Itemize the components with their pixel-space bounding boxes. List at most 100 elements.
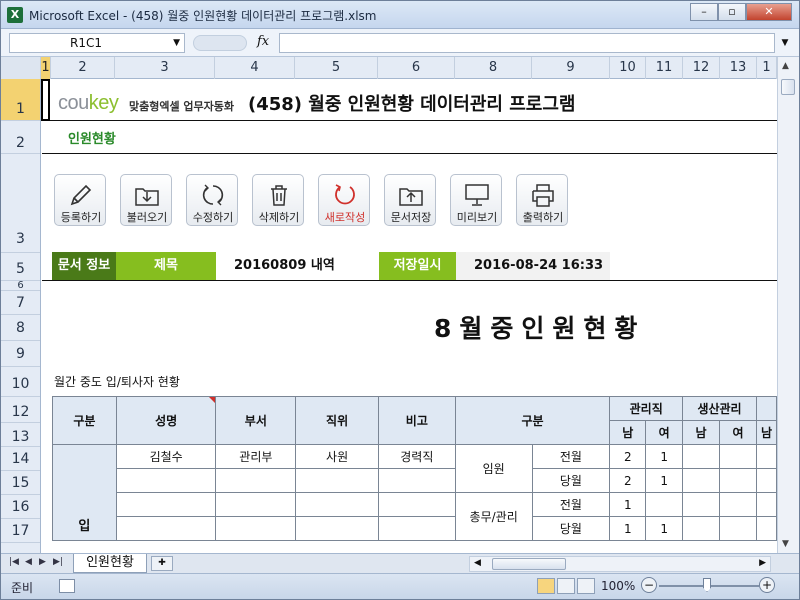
row-header[interactable]: 12 xyxy=(1,397,40,423)
row-header[interactable]: 13 xyxy=(1,423,40,447)
edit-button[interactable]: 수정하기 xyxy=(186,174,238,226)
row-header[interactable]: 1 xyxy=(1,79,40,121)
column-header[interactable]: 1 xyxy=(41,57,51,79)
column-header[interactable]: 11 xyxy=(646,57,683,79)
vertical-scrollbar[interactable]: ▲ ▼ xyxy=(777,57,799,553)
row-header[interactable]: 14 xyxy=(1,447,40,471)
column-header[interactable]: 10 xyxy=(610,57,646,79)
cell-note[interactable] xyxy=(377,492,456,517)
cell-note[interactable] xyxy=(377,516,456,541)
cell-note[interactable]: 경력직 xyxy=(377,444,456,469)
normal-view-button[interactable] xyxy=(537,578,555,594)
row-header[interactable]: 7 xyxy=(1,291,40,315)
print-button[interactable]: 출력하기 xyxy=(516,174,568,226)
column-header[interactable]: 12 xyxy=(683,57,720,79)
column-header[interactable]: 5 xyxy=(295,57,378,79)
cell-dept[interactable] xyxy=(215,492,297,517)
cell-position[interactable]: 사원 xyxy=(295,444,379,469)
chevron-down-icon[interactable]: ▼ xyxy=(173,34,180,52)
cell-next[interactable] xyxy=(755,516,777,541)
prev-sheet-icon[interactable]: ◀ xyxy=(25,557,32,567)
excel-app-icon[interactable]: X xyxy=(7,7,23,23)
page-break-view-button[interactable] xyxy=(577,578,595,594)
load-button[interactable]: 불러오기 xyxy=(120,174,172,226)
zoom-slider-thumb[interactable] xyxy=(703,578,711,592)
cell-admin-m[interactable]: 1 xyxy=(609,516,647,541)
cell-admin-f[interactable]: 1 xyxy=(645,444,684,469)
save-button[interactable]: 문서저장 xyxy=(384,174,436,226)
cell-prod-f[interactable] xyxy=(719,516,757,541)
cell-dept[interactable]: 관리부 xyxy=(215,444,297,469)
comment-indicator-icon[interactable] xyxy=(209,397,215,403)
cell-admin-f[interactable] xyxy=(645,492,684,517)
scroll-left-icon[interactable]: ◀ xyxy=(474,558,481,568)
cell-dept[interactable] xyxy=(215,516,297,541)
cell-admin-m[interactable]: 2 xyxy=(609,444,647,469)
formula-input[interactable] xyxy=(279,33,775,53)
function-icon[interactable]: fx xyxy=(257,34,269,49)
column-header[interactable]: 4 xyxy=(215,57,295,79)
select-all-button[interactable] xyxy=(1,57,41,79)
row-header[interactable]: 2 xyxy=(1,121,40,154)
cell-prod-m[interactable] xyxy=(682,516,721,541)
preview-button[interactable]: 미리보기 xyxy=(450,174,502,226)
cell-prod-f[interactable] xyxy=(719,444,757,469)
scroll-up-icon[interactable]: ▲ xyxy=(782,61,789,71)
name-box[interactable]: R1C1 ▼ xyxy=(9,33,185,53)
cell-name[interactable] xyxy=(115,516,217,541)
saved-value[interactable]: 2016-08-24 16:33 xyxy=(456,252,610,280)
cell-next[interactable] xyxy=(755,468,777,493)
cell-name[interactable] xyxy=(115,492,217,517)
sheet-tab-active[interactable]: 인원현황 xyxy=(73,554,147,573)
cell-note[interactable] xyxy=(377,468,456,493)
column-header[interactable]: 2 xyxy=(51,57,115,79)
row-header[interactable]: 15 xyxy=(1,471,40,495)
horizontal-scrollbar[interactable]: ◀ ▶ xyxy=(469,556,771,572)
column-header[interactable]: 3 xyxy=(115,57,215,79)
hscroll-thumb[interactable] xyxy=(492,558,566,570)
cell-position[interactable] xyxy=(295,492,379,517)
column-header[interactable]: 1 xyxy=(757,57,777,79)
cell-prod-f[interactable] xyxy=(719,492,757,517)
minimize-button[interactable]: – xyxy=(690,3,718,21)
row-header[interactable]: 3 xyxy=(1,154,40,253)
row-header[interactable]: 5 xyxy=(1,253,40,281)
cell-dept[interactable] xyxy=(215,468,297,493)
zoom-in-button[interactable]: + xyxy=(759,577,775,593)
cell-admin-f[interactable]: 1 xyxy=(645,516,684,541)
cell-prod-m[interactable] xyxy=(682,492,721,517)
row-header[interactable]: 10 xyxy=(1,367,40,397)
cell-position[interactable] xyxy=(295,468,379,493)
delete-button[interactable]: 삭제하기 xyxy=(252,174,304,226)
cell-prod-f[interactable] xyxy=(719,468,757,493)
cell-position[interactable] xyxy=(295,516,379,541)
zoom-out-button[interactable]: − xyxy=(641,577,657,593)
row-header[interactable]: 9 xyxy=(1,341,40,367)
column-header[interactable]: 6 xyxy=(378,57,455,79)
scroll-right-icon[interactable]: ▶ xyxy=(759,558,766,568)
new-button[interactable]: 새로작성 xyxy=(318,174,370,226)
cell-admin-m[interactable]: 1 xyxy=(609,492,647,517)
column-header[interactable]: 13 xyxy=(720,57,757,79)
scroll-thumb[interactable] xyxy=(781,79,795,95)
first-sheet-icon[interactable]: |◀ xyxy=(9,557,19,567)
cell-name[interactable]: 김철수 xyxy=(115,444,217,469)
cell-prod-m[interactable] xyxy=(682,444,721,469)
row-header[interactable]: 16 xyxy=(1,495,40,519)
scroll-down-icon[interactable]: ▼ xyxy=(782,539,789,549)
title-value[interactable]: 20160809 내역 xyxy=(216,252,379,280)
cell-next[interactable] xyxy=(755,492,777,517)
cell-admin-f[interactable]: 1 xyxy=(645,468,684,493)
row-header[interactable]: 8 xyxy=(1,315,40,341)
cell-admin-m[interactable]: 2 xyxy=(609,468,647,493)
cell-name[interactable] xyxy=(115,468,217,493)
column-header[interactable]: 9 xyxy=(532,57,610,79)
register-button[interactable]: 등록하기 xyxy=(54,174,106,226)
page-layout-view-button[interactable] xyxy=(557,578,575,594)
cell-prod-m[interactable] xyxy=(682,468,721,493)
column-header[interactable]: 8 xyxy=(455,57,532,79)
row-header[interactable]: 17 xyxy=(1,519,40,543)
maximize-button[interactable]: ▫ xyxy=(718,3,746,21)
last-sheet-icon[interactable]: ▶| xyxy=(53,557,63,567)
expand-formula-icon[interactable]: ▼ xyxy=(778,33,792,53)
